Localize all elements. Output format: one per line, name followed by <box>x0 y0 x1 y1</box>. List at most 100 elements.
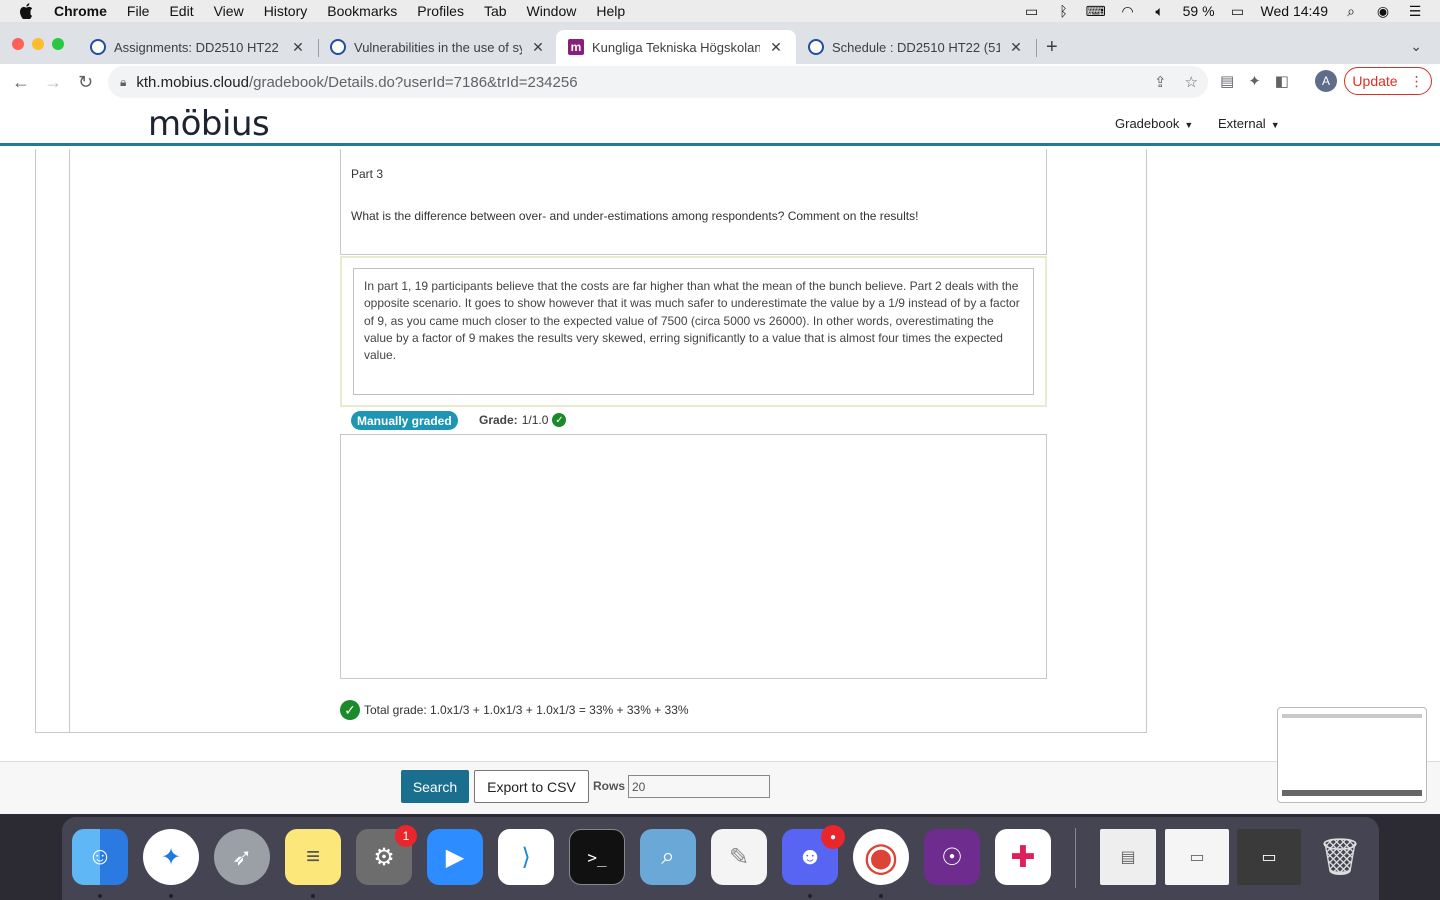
extensions-puzzle-icon[interactable]: ✦ <box>1248 72 1261 90</box>
battery-icon[interactable]: ▭ <box>1229 3 1247 19</box>
control-center-icon[interactable]: ☰ <box>1406 3 1424 19</box>
macos-menubar: Chrome File Edit View History Bookmarks … <box>0 0 1440 22</box>
zoom-icon[interactable]: ▶ <box>427 829 483 885</box>
terminal-icon[interactable]: >_ <box>569 829 625 885</box>
battery-percent[interactable]: 59 % <box>1183 3 1215 19</box>
close-tab-icon[interactable]: ✕ <box>768 39 784 56</box>
apple-icon[interactable] <box>20 3 36 19</box>
new-tab-plus-icon[interactable]: + <box>1046 36 1058 59</box>
nav-label: Gradebook <box>1115 116 1180 131</box>
bookmark-star-icon[interactable]: ☆ <box>1185 73 1198 91</box>
finder-icon[interactable]: ☺ <box>72 829 128 885</box>
spotlight-search-icon[interactable]: ⌕ <box>1342 3 1360 19</box>
volume-icon[interactable]: 🔈︎ <box>1151 3 1169 19</box>
back-arrow-icon[interactable]: ← <box>12 72 30 93</box>
document-stack-icon[interactable]: ▤ <box>1100 829 1156 885</box>
preview-icon[interactable]: ⌕ <box>640 829 696 885</box>
bluetooth-icon[interactable]: ᛒ <box>1055 3 1073 19</box>
tab-vulnerabilities[interactable]: Vulnerabilities in the use of sys ✕ <box>318 30 558 64</box>
tab-assignments[interactable]: Assignments: DD2510 HT22 (5 ✕ <box>78 30 318 64</box>
safari-icon[interactable]: ✦ <box>143 829 199 885</box>
lock-icon[interactable]: 🔒︎ <box>120 75 126 90</box>
details-column-divider <box>69 149 70 733</box>
total-grade-row: ✓ Total grade: 1.0x1/3 + 1.0x1/3 + 1.0x1… <box>340 700 689 720</box>
clock[interactable]: Wed 14:49 <box>1261 3 1328 19</box>
kth-favicon-icon <box>330 39 346 55</box>
kth-favicon-icon <box>90 39 106 55</box>
browser-toolbar: ← → ↻ 🔒︎ kth.mobius.cloud/gradebook/Deta… <box>0 64 1440 100</box>
menu-file[interactable]: File <box>127 3 150 19</box>
thumbnail-dock <box>1282 790 1422 796</box>
nav-label: External <box>1218 116 1266 131</box>
vscode-icon[interactable]: ⟩ <box>498 829 554 885</box>
close-tab-icon[interactable]: ✕ <box>530 39 546 56</box>
tab-search-chevron-down-icon[interactable]: ⌄ <box>1410 38 1422 55</box>
manually-graded-badge: Manually graded <box>351 411 458 430</box>
notification-badge: 1 <box>395 825 417 847</box>
minimized-chrome-window-icon[interactable]: ▭ <box>1165 829 1229 885</box>
menu-tab[interactable]: Tab <box>484 3 507 19</box>
search-button[interactable]: Search <box>401 770 469 803</box>
tab-schedule[interactable]: Schedule : DD2510 HT22 (5140 ✕ <box>796 30 1036 64</box>
thumbnail-topbar <box>1282 714 1422 718</box>
rows-input[interactable]: 20 <box>628 775 770 798</box>
trash-icon[interactable]: 🗑︎ <box>1312 829 1368 885</box>
total-grade-text: Total grade: 1.0x1/3 + 1.0x1/3 + 1.0x1/3… <box>364 703 689 717</box>
nav-gradebook-dropdown[interactable]: Gradebook ▼ <box>1115 116 1193 131</box>
update-button[interactable]: Update ⋮ <box>1344 67 1432 95</box>
minimize-window-button[interactable] <box>32 38 44 50</box>
reload-icon[interactable]: ↻ <box>78 72 93 93</box>
siri-icon[interactable]: ◉ <box>1374 3 1392 19</box>
menu-help[interactable]: Help <box>596 3 625 19</box>
share-icon[interactable]: ⇪ <box>1154 73 1167 91</box>
student-answer: In part 1, 19 participants believe that … <box>353 268 1034 395</box>
chrome-window: Assignments: DD2510 HT22 (5 ✕ Vulnerabil… <box>0 22 1440 814</box>
notes-icon[interactable]: ≡ <box>285 829 341 885</box>
menu-view[interactable]: View <box>214 3 244 19</box>
close-window-button[interactable] <box>12 38 24 50</box>
menu-profiles[interactable]: Profiles <box>417 3 464 19</box>
chrome-icon[interactable]: ◉ <box>853 829 909 885</box>
screenshot-thumbnail[interactable] <box>1277 707 1427 803</box>
url-host: kth.mobius.cloud <box>136 73 249 91</box>
airplay-icon[interactable]: ▭ <box>1023 3 1041 19</box>
address-bar[interactable]: 🔒︎ kth.mobius.cloud/gradebook/Details.do… <box>108 66 1208 98</box>
menubar-status: ▭ ᛒ ⌨ ◠ 🔈︎ 59 % ▭ Wed 14:49 ⌕ ◉ ☰ <box>1023 0 1424 22</box>
profile-avatar[interactable]: A <box>1315 70 1337 92</box>
textedit-icon[interactable]: ✎ <box>711 829 767 885</box>
tab-title: Schedule : DD2510 HT22 (5140 <box>832 39 1000 55</box>
menu-history[interactable]: History <box>264 3 308 19</box>
menu-edit[interactable]: Edit <box>169 3 193 19</box>
kth-favicon-icon <box>808 39 824 55</box>
url-path: /gradebook/Details.do?userId=7186&trId=2… <box>248 73 578 91</box>
launchpad-icon[interactable]: ➶ <box>214 829 270 885</box>
github-desktop-icon[interactable]: ☉ <box>924 829 980 885</box>
menu-window[interactable]: Window <box>527 3 577 19</box>
close-tab-icon[interactable]: ✕ <box>290 39 306 56</box>
keyboard-icon[interactable]: ⌨ <box>1086 3 1106 19</box>
zoom-window-button[interactable] <box>52 38 64 50</box>
export-csv-button[interactable]: Export to CSV <box>474 770 589 803</box>
reader-mode-icon[interactable]: ▤ <box>1220 72 1234 90</box>
running-indicator <box>98 894 102 898</box>
extension-icons: ▤ ✦ ◧ <box>1220 72 1289 90</box>
side-panel-icon[interactable]: ◧ <box>1275 72 1289 90</box>
running-indicator <box>808 894 812 898</box>
menu-app-name[interactable]: Chrome <box>54 3 107 19</box>
minimized-safari-window-icon[interactable]: ▭ <box>1237 829 1301 885</box>
mobius-logo[interactable]: möbius <box>148 104 270 144</box>
tab-kth-mobius[interactable]: m Kungliga Tekniska Högskolan - ✕ <box>556 30 796 64</box>
wifi-icon[interactable]: ◠ <box>1119 3 1137 19</box>
close-tab-icon[interactable]: ✕ <box>1008 39 1024 56</box>
question-box <box>340 149 1047 255</box>
page-content: möbius Gradebook ▼ External ▼ Part 3 What … <box>0 100 1440 814</box>
correct-check-icon: ✓ <box>340 700 360 720</box>
rows-label: Rows <box>593 779 626 793</box>
nav-external-dropdown[interactable]: External ▼ <box>1218 116 1280 131</box>
grade-label: Grade: <box>479 413 518 427</box>
slack-icon[interactable]: ✚ <box>995 829 1051 885</box>
tab-title: Assignments: DD2510 HT22 (5 <box>114 39 282 55</box>
menu-bookmarks[interactable]: Bookmarks <box>327 3 397 19</box>
more-vert-icon: ⋮ <box>1409 72 1424 89</box>
forward-arrow-icon[interactable]: → <box>44 72 62 93</box>
